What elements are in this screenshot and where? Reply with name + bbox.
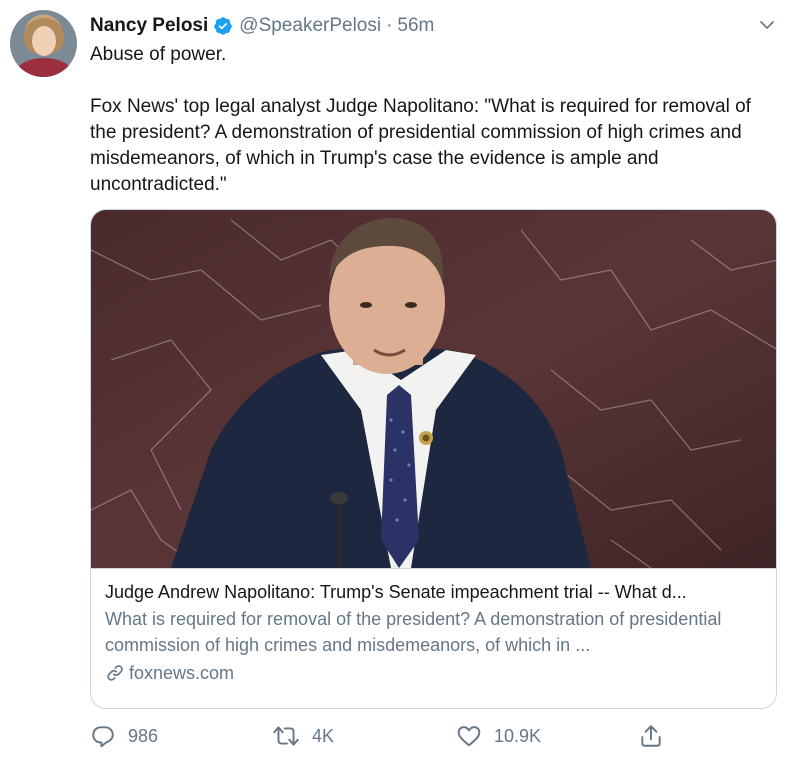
reply-button[interactable]: 986 bbox=[90, 722, 158, 750]
tweet[interactable]: Nancy Pelosi @SpeakerPelosi · 56m Abuse … bbox=[0, 0, 788, 757]
tweet-text-line1: Abuse of power. bbox=[90, 44, 227, 65]
retweet-button[interactable]: 4K bbox=[272, 722, 334, 750]
avatar[interactable] bbox=[10, 10, 77, 77]
retweet-icon bbox=[273, 726, 299, 746]
heart-icon bbox=[457, 726, 481, 747]
reply-icon bbox=[92, 726, 114, 748]
tweet-text: Abuse of power. Fox News' top legal anal… bbox=[90, 42, 780, 198]
card-photo bbox=[91, 210, 776, 568]
link-card[interactable]: Judge Andrew Napolitano: Trump's Senate … bbox=[90, 209, 777, 709]
share-button[interactable] bbox=[638, 722, 676, 750]
card-body[interactable]: Judge Andrew Napolitano: Trump's Senate … bbox=[91, 568, 776, 708]
verified-badge-icon bbox=[214, 17, 233, 35]
avatar-face bbox=[32, 26, 56, 56]
card-image[interactable] bbox=[91, 210, 776, 568]
tweet-timestamp[interactable]: 56m bbox=[397, 15, 434, 37]
like-count: 10.9K bbox=[494, 725, 542, 746]
reply-count: 986 bbox=[128, 725, 159, 746]
tweet-header: Nancy Pelosi @SpeakerPelosi · 56m bbox=[90, 14, 434, 38]
separator-dot: · bbox=[386, 15, 393, 36]
card-domain[interactable]: foxnews.com bbox=[105, 660, 764, 686]
author-name[interactable]: Nancy Pelosi bbox=[90, 15, 208, 37]
tweet-actions: 986 4K 10.9K bbox=[90, 722, 690, 750]
card-title[interactable]: Judge Andrew Napolitano: Trump's Senate … bbox=[105, 579, 764, 605]
card-domain-text[interactable]: foxnews.com bbox=[129, 660, 234, 686]
card-description: What is required for removal of the pres… bbox=[105, 609, 722, 655]
like-button[interactable]: 10.9K bbox=[456, 722, 541, 750]
chevron-down-icon[interactable] bbox=[758, 16, 776, 34]
tweet-text-line2: Fox News' top legal analyst Judge Napoli… bbox=[90, 96, 751, 195]
avatar-shoulders bbox=[16, 58, 72, 77]
link-icon bbox=[107, 665, 123, 681]
share-icon bbox=[641, 725, 661, 747]
author-handle[interactable]: @SpeakerPelosi bbox=[239, 15, 381, 37]
retweet-count: 4K bbox=[312, 725, 335, 746]
